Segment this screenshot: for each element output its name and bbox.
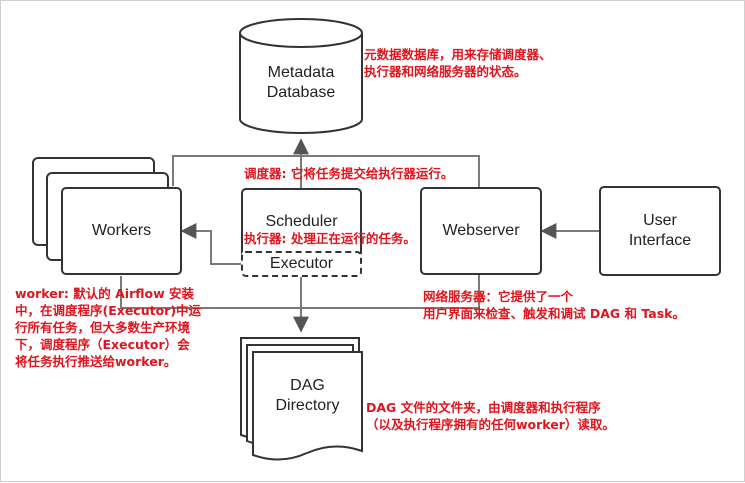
note-worker: worker: 默认的 Airflow 安装 中，在调度程序(Executor)… (15, 286, 202, 369)
scheduler-label: Scheduler (265, 213, 338, 230)
webserver-box: Webserver (420, 187, 542, 275)
metadata-database-label: Metadata Database (266, 64, 336, 101)
note-webserver: 网络服务器：它提供了一个 用户界面来检查、触发和调试 DAG 和 Task。 (423, 289, 685, 321)
executor-label: Executor (269, 255, 334, 272)
webserver-label: Webserver (442, 222, 520, 239)
arrow-scheduler-to-workers (180, 223, 241, 265)
note-dag-directory: DAG 文件的文件夹，由调度器和执行程序 （以及执行程序拥有的任何worker）… (366, 400, 615, 432)
user-interface-box: User Interface (599, 186, 721, 276)
note-executor: 执行器: 处理正在运行的任务。 (244, 231, 416, 246)
workers-label: Workers (91, 222, 152, 239)
note-metadata-database: 元数据数据库，用来存储调度器、 执行器和网络服务器的状态。 (364, 47, 552, 79)
user-interface-label: User Interface (628, 212, 692, 249)
workers-box: Workers (61, 187, 182, 275)
executor-box: Executor (241, 251, 362, 277)
dag-directory-label: DAG Directory (275, 377, 340, 414)
note-scheduler: 调度器: 它将任务提交给执行器运行。 (244, 166, 454, 181)
diagram-canvas: Metadata Database Workers Scheduler Exec… (0, 0, 745, 482)
